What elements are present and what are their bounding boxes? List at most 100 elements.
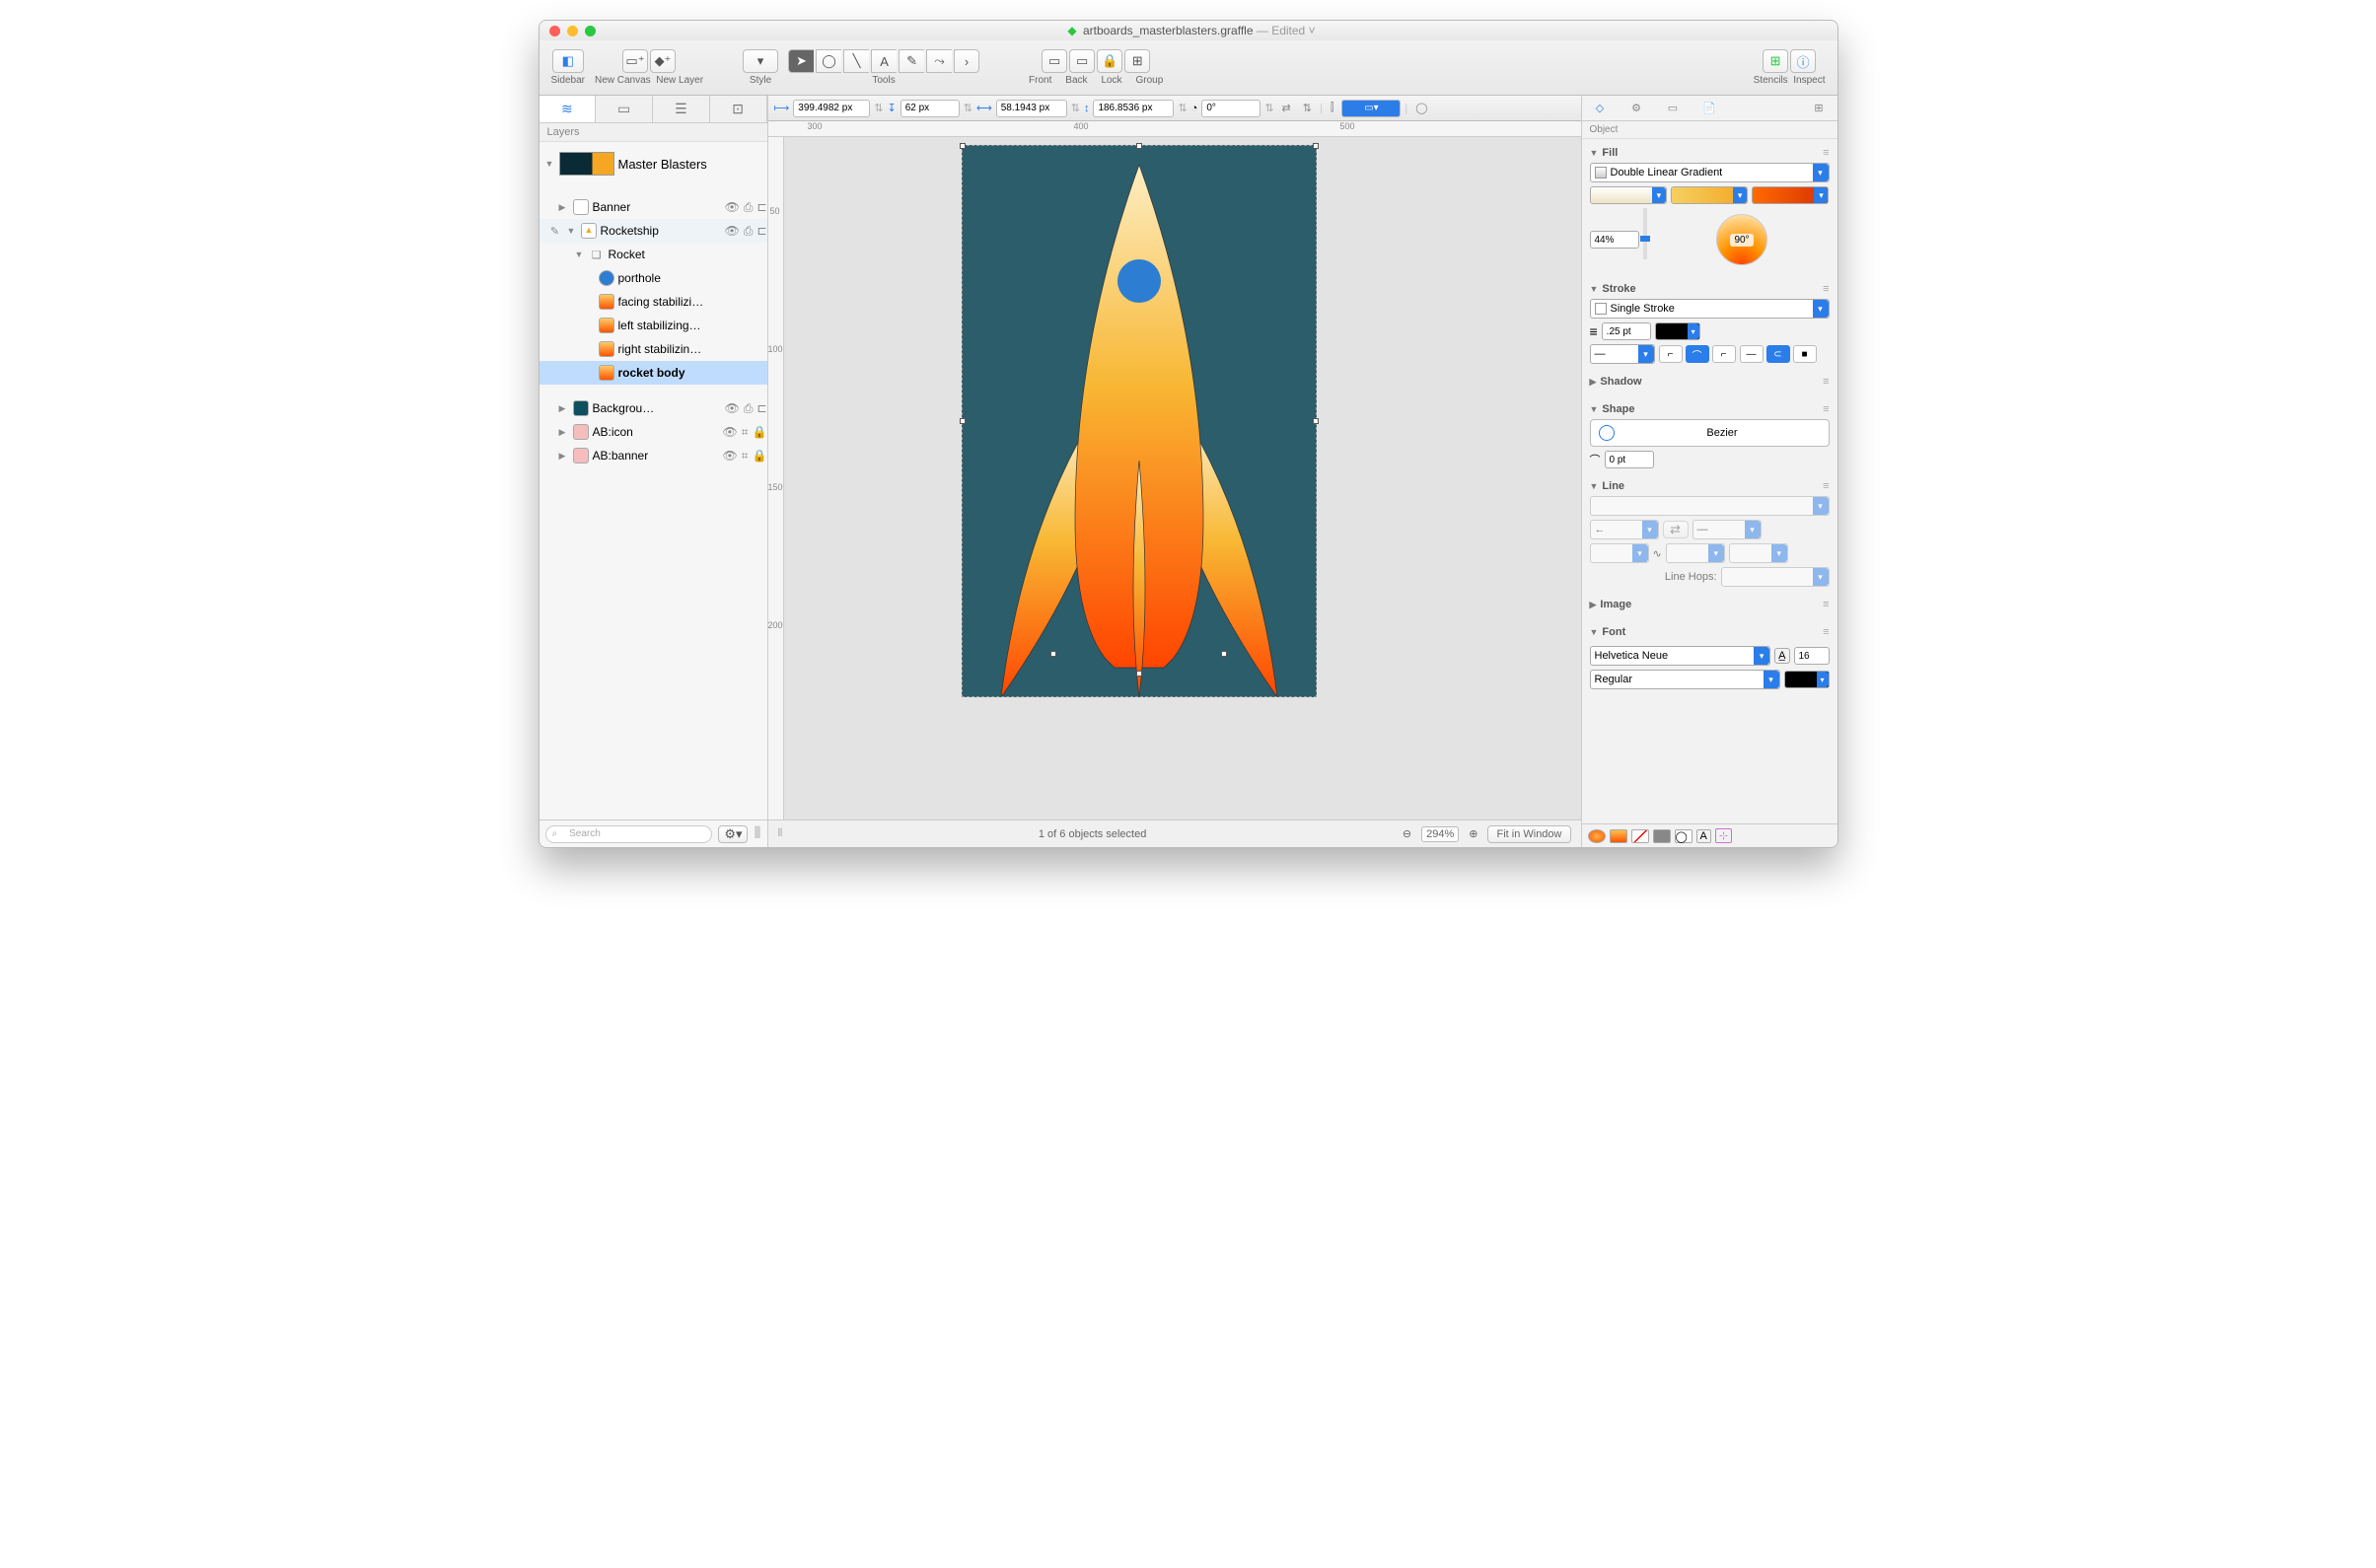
stroke-type-select[interactable]: Single Stroke <box>1590 299 1830 319</box>
style-chip-none[interactable] <box>1631 829 1649 843</box>
drag-handle-icon[interactable]: ⦀ <box>754 825 760 843</box>
corner-bevel[interactable]: ⌐ <box>1712 345 1736 363</box>
align-icon[interactable]: ⫿ <box>1331 102 1334 114</box>
artboard-icon[interactable]: ⌗ <box>742 425 749 440</box>
canvas-viewport[interactable] <box>784 137 1581 820</box>
style-chip-gradient[interactable] <box>1610 829 1627 843</box>
cap-round[interactable]: ⊂ <box>1766 345 1790 363</box>
shape-right-stabilizer[interactable]: right stabilizin… <box>540 337 767 361</box>
line-tool[interactable]: ╲ <box>843 49 869 73</box>
font-weight-select[interactable]: Regular <box>1590 670 1780 689</box>
shape-left-stabilizer[interactable]: left stabilizing… <box>540 314 767 337</box>
print-icon[interactable]: ⎙ <box>744 401 754 416</box>
chevron-down-icon[interactable]: ▼ <box>567 226 577 236</box>
artboard-icon[interactable]: ⌗ <box>742 449 749 463</box>
font-color-chip[interactable] <box>1784 671 1830 688</box>
geometry-shape-icon[interactable]: ◯ <box>1415 102 1427 114</box>
zoom-out-icon[interactable]: ⊖ <box>1403 827 1411 840</box>
gradient-slider[interactable] <box>1643 208 1647 259</box>
back-button[interactable]: ▭ <box>1069 49 1095 73</box>
properties-inspector-tab[interactable]: ⚙ <box>1619 96 1655 120</box>
line-type-select[interactable] <box>1590 496 1830 516</box>
print-icon[interactable]: ⎙ <box>744 224 754 239</box>
visibility-icon[interactable]: 👁 <box>723 449 738 463</box>
document-inspector-tab[interactable]: 📄 <box>1692 96 1728 120</box>
shape-facing-stabilizer[interactable]: facing stabilizi… <box>540 290 767 314</box>
font-size-input[interactable]: 16 <box>1794 647 1830 665</box>
section-menu-icon[interactable]: ≡ <box>1823 283 1829 295</box>
visibility-icon[interactable]: 👁 <box>723 425 738 439</box>
pen-tool[interactable]: ✎ <box>899 49 924 73</box>
style-chip-shadow[interactable] <box>1653 829 1671 843</box>
print-icon[interactable]: ⎙ <box>744 200 754 215</box>
section-menu-icon[interactable]: ≡ <box>1823 626 1829 638</box>
chevron-down-icon[interactable]: ▼ <box>575 249 585 259</box>
group-button[interactable]: ⊞ <box>1124 49 1150 73</box>
style-chip-fill[interactable] <box>1588 829 1606 843</box>
search-input[interactable]: ⌕Search <box>545 825 713 843</box>
shape-porthole[interactable]: porthole <box>540 266 767 290</box>
flip-v-icon[interactable]: ⇅ <box>1303 102 1312 114</box>
shape-picker[interactable]: Bezier <box>1590 419 1830 447</box>
zoom-button[interactable] <box>585 26 596 36</box>
fit-window-button[interactable]: Fit in Window <box>1487 825 1570 843</box>
canvas-inspector-tab[interactable]: ▭ <box>1655 96 1692 120</box>
new-canvas-button[interactable]: ▭⁺ <box>622 49 648 73</box>
height-input[interactable]: 186.8536 px <box>1093 100 1174 117</box>
font-panel-icon[interactable]: A̲ <box>1774 648 1789 664</box>
style-chip-text[interactable]: A <box>1696 829 1711 843</box>
lock-icon[interactable]: ⊏ <box>756 200 766 214</box>
inspect-button[interactable]: ⓘ <box>1790 49 1816 73</box>
gradient-stop-3[interactable] <box>1752 186 1829 204</box>
front-button[interactable]: ▭ <box>1042 49 1067 73</box>
flip-h-icon[interactable]: ⇄ <box>1282 102 1291 114</box>
new-layer-button[interactable]: ◆⁺ <box>650 49 676 73</box>
section-menu-icon[interactable]: ≡ <box>1823 480 1829 492</box>
cap-butt[interactable]: — <box>1740 345 1764 363</box>
corner-radius-input[interactable]: 0 pt <box>1605 451 1654 468</box>
shape-tool[interactable]: ◯ <box>816 49 841 73</box>
stroke-style-select[interactable]: — <box>1590 344 1655 364</box>
shape-rocket-body[interactable]: rocket body <box>540 361 767 385</box>
cap-square[interactable]: ■ <box>1793 345 1817 363</box>
visibility-icon[interactable]: 👁 <box>725 224 740 238</box>
chevron-right-icon[interactable]: ▶ <box>559 202 569 213</box>
stroke-width-input[interactable]: .25 pt <box>1602 322 1651 340</box>
x-input[interactable]: 399.4982 px <box>793 100 870 117</box>
blend-input[interactable]: 44% <box>1590 231 1639 249</box>
selection-tool[interactable]: ➤ <box>788 49 814 73</box>
visibility-icon[interactable]: 👁 <box>725 200 740 214</box>
layer-ab-icon[interactable]: ▶ AB:icon 👁 ⌗ 🔒 <box>540 420 767 444</box>
layer-banner[interactable]: ▶ Banner 👁 ⎙ ⊏ <box>540 195 767 219</box>
width-input[interactable]: 58.1943 px <box>996 100 1067 117</box>
group-rocket[interactable]: ▼ ❏ Rocket <box>540 243 767 266</box>
chevron-right-icon[interactable]: ▶ <box>559 451 569 462</box>
section-menu-icon[interactable]: ≡ <box>1823 147 1829 159</box>
chevron-right-icon[interactable]: ▶ <box>559 403 569 414</box>
gradient-angle-wheel[interactable]: 90° <box>1716 214 1767 265</box>
gradient-stop-2[interactable] <box>1671 186 1748 204</box>
more-tools[interactable]: › <box>954 49 979 73</box>
stencils-button[interactable]: ⊞ <box>1763 49 1788 73</box>
visibility-icon[interactable]: 👁 <box>725 401 740 415</box>
line-swap-button[interactable]: ⇄ <box>1663 521 1689 538</box>
corner-miter[interactable]: ⌐ <box>1659 345 1683 363</box>
workspace-button[interactable]: ⊞ <box>1801 96 1837 120</box>
close-button[interactable] <box>549 26 560 36</box>
text-tool[interactable]: A <box>871 49 897 73</box>
zoom-input[interactable]: 294% <box>1421 826 1459 842</box>
lock-icon[interactable]: 🔒 <box>753 449 767 463</box>
style-chip-more[interactable]: ⊹ <box>1715 828 1732 843</box>
stroke-color-chip[interactable] <box>1655 322 1700 340</box>
corner-round[interactable]: ⌒ <box>1686 345 1709 363</box>
line-end-select[interactable]: — <box>1692 520 1762 539</box>
style-chip-shape[interactable]: ◯ <box>1675 829 1692 843</box>
font-family-select[interactable]: Helvetica Neue <box>1590 646 1771 666</box>
line-head-select[interactable] <box>1729 543 1788 563</box>
section-menu-icon[interactable]: ≡ <box>1823 599 1829 610</box>
layers-tab[interactable]: ≋ <box>540 96 597 122</box>
object-inspector-tab[interactable]: ◇ <box>1582 96 1619 120</box>
align-dropdown[interactable]: ▭▾ <box>1341 100 1401 117</box>
style-dropdown[interactable]: ▾ <box>743 49 778 73</box>
line-start-select[interactable]: ← <box>1590 520 1659 539</box>
